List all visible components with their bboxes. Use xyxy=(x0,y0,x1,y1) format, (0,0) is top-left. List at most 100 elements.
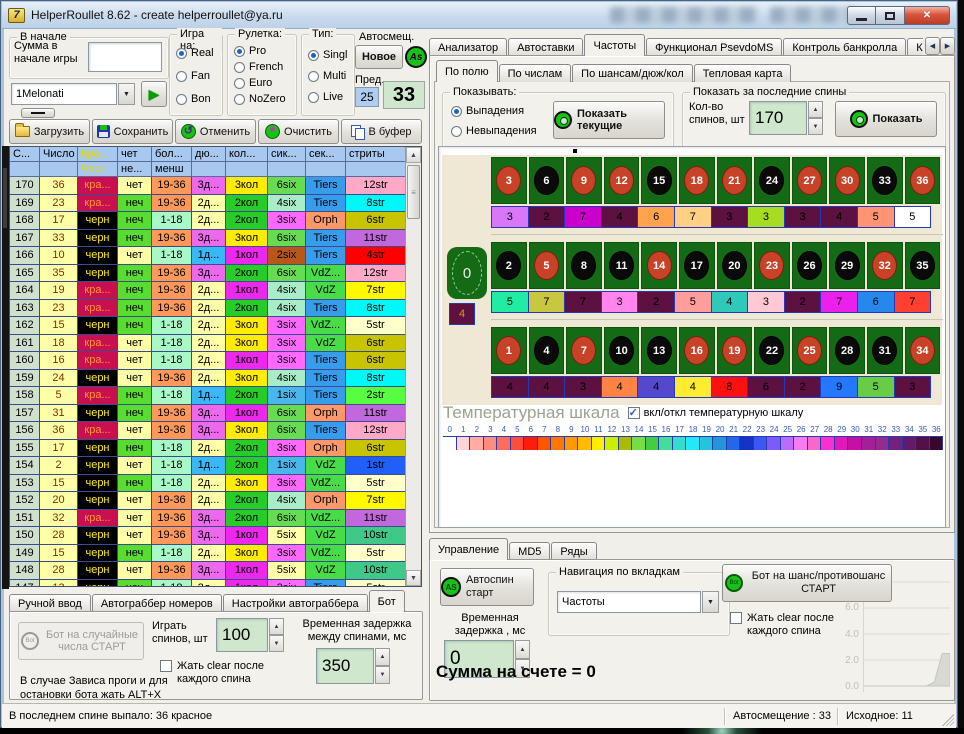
board-number-cell[interactable]: 3 xyxy=(491,157,527,204)
board-number-cell[interactable]: 35 xyxy=(905,242,941,289)
board-number-cell[interactable]: 29 xyxy=(829,242,865,289)
side-scroll-strip[interactable] xyxy=(2,146,9,589)
show-button[interactable]: Показать xyxy=(835,101,937,137)
spin-delay-stepper[interactable]: 350 ▲▼ xyxy=(316,648,390,684)
type-radio-2[interactable] xyxy=(308,92,319,103)
show-mode-radio-1[interactable] xyxy=(451,126,462,137)
table-row[interactable]: 15132кра...чет19-363д...2кол6sixVdZ...11… xyxy=(10,510,405,528)
board-number-cell[interactable]: 20 xyxy=(717,242,753,289)
board-number-cell[interactable]: 4 xyxy=(529,327,565,374)
tabs-scroll-right-icon[interactable]: ▶ xyxy=(940,37,955,55)
table-row[interactable]: 16419кра...неч19-362д...1кол4sixVdZ7str xyxy=(10,282,405,300)
control-tab-0[interactable]: Управление xyxy=(429,538,508,560)
show-mode-option-1[interactable]: Невыпадения xyxy=(451,125,537,137)
board-number-cell[interactable]: 15 xyxy=(641,157,677,204)
game-on-radio-0[interactable] xyxy=(176,48,187,59)
board-number-cell[interactable]: 21 xyxy=(717,157,753,204)
new-button[interactable]: Новое xyxy=(355,45,403,69)
table-row[interactable]: 16016кра...чет1-182д...1кол3sixTiers6str xyxy=(10,352,405,370)
tab-navigation-combobox[interactable]: Частоты ▼ xyxy=(557,591,719,613)
board-number-cell[interactable]: 23 xyxy=(754,242,790,289)
table-row[interactable]: 15731черннеч19-363д...1кол6sixOrph11str xyxy=(10,405,405,423)
clear-after-spin-checkbox[interactable] xyxy=(160,660,172,672)
spin-up-icon[interactable]: ▲ xyxy=(808,101,823,118)
roulette-radio-2[interactable] xyxy=(234,78,245,89)
bot-tab-1[interactable]: Автограббер номеров xyxy=(92,594,222,612)
table-row[interactable]: 1542чернчет1-181д...2кол1sixVdZ1str xyxy=(10,457,405,475)
spins-count-value[interactable]: 100 xyxy=(216,618,268,652)
type-radio-0[interactable] xyxy=(308,50,319,61)
table-row[interactable]: 17036кра...чет19-363д...3кол6sixTiers12s… xyxy=(10,177,405,195)
resize-grip[interactable] xyxy=(942,714,954,726)
roulette-radio-0[interactable] xyxy=(234,46,245,57)
spin-up-icon[interactable]: ▲ xyxy=(375,648,390,666)
table-row[interactable]: 16923кра...неч19-362д...2кол4sixTiers8st… xyxy=(10,195,405,213)
undo-button[interactable]: ↺ Отменить xyxy=(175,119,256,144)
main-tab-0[interactable]: Анализатор xyxy=(429,38,507,56)
board-number-cell[interactable]: 9 xyxy=(566,157,602,204)
game-on-option-0[interactable]: Real xyxy=(176,47,214,59)
board-number-cell[interactable]: 26 xyxy=(792,242,828,289)
table-row[interactable]: 16118кра...чет1-182д...3кол3sixVdZ6str xyxy=(10,335,405,353)
bot-tab-2[interactable]: Настройки автограббера xyxy=(223,594,368,612)
table-row[interactable]: 14915черннеч1-182д...3кол3sixVdZ...5str xyxy=(10,545,405,563)
random-bot-start-button[interactable]: Bot Бот на случайные числа СТАРТ xyxy=(18,622,144,660)
clear-button[interactable]: * Очистить xyxy=(258,119,339,144)
board-number-cell[interactable]: 33 xyxy=(867,157,903,204)
board-number-cell[interactable]: 24 xyxy=(754,157,790,204)
bot-tab-0[interactable]: Ручной ввод xyxy=(9,594,91,612)
board-number-cell[interactable]: 31 xyxy=(867,327,903,374)
table-row[interactable]: 14828чернчет19-363д...1кол5sixVdZ10str xyxy=(10,562,405,580)
board-number-cell[interactable]: 8 xyxy=(566,242,602,289)
game-on-option-2[interactable]: Bon xyxy=(176,93,214,105)
roulette-option-0[interactable]: Pro xyxy=(234,45,286,57)
board-number-cell[interactable]: 30 xyxy=(829,157,865,204)
spin-up-icon[interactable]: ▲ xyxy=(269,618,284,635)
show-mode-option-0[interactable]: Выпадения xyxy=(451,105,537,117)
tabs-scroll-left-icon[interactable]: ◀ xyxy=(925,37,940,55)
close-button[interactable]: ✕ xyxy=(905,6,950,25)
main-tab-3[interactable]: Функционал PsevdoMS xyxy=(646,38,782,56)
board-number-cell[interactable]: 11 xyxy=(604,242,640,289)
save-button[interactable]: Сохранить xyxy=(92,119,173,144)
spin-down-icon[interactable]: ▼ xyxy=(375,666,390,684)
scrollbar-thumb[interactable]: ≡ xyxy=(407,165,420,219)
board-number-cell[interactable]: 27 xyxy=(792,157,828,204)
scroll-up-icon[interactable]: ▲ xyxy=(406,147,421,163)
table-row[interactable]: 16733черннеч19-363д...3кол6sixTiers11str xyxy=(10,230,405,248)
clear-after-spin-checkbox[interactable] xyxy=(730,612,742,624)
table-row[interactable]: 15028чернчет19-363д...1кол5sixVdZ10str xyxy=(10,527,405,545)
board-number-cell[interactable]: 19 xyxy=(717,327,753,374)
table-grid[interactable]: С...ЧислоКра...четбол...дю...кол...сик..… xyxy=(10,147,405,586)
chevron-down-icon[interactable]: ▼ xyxy=(118,83,135,105)
temperature-toggle-checkbox[interactable] xyxy=(628,407,640,419)
load-button[interactable]: Загрузить xyxy=(9,119,90,144)
spin-down-icon[interactable]: ▼ xyxy=(808,118,823,135)
game-on-option-1[interactable]: Fan xyxy=(176,70,214,82)
temperature-toggle-row[interactable]: вкл/откл температурную шкалу xyxy=(628,407,804,419)
autospin-start-button[interactable]: AS Автоспин старт xyxy=(440,568,534,606)
roulette-option-3[interactable]: NoZero xyxy=(234,93,286,105)
board-number-cell[interactable]: 16 xyxy=(679,327,715,374)
board-number-cell[interactable]: 2 xyxy=(491,242,527,289)
roulette-radio-1[interactable] xyxy=(234,62,245,73)
autoshift-icon[interactable]: As xyxy=(405,46,427,68)
main-tab-1[interactable]: Автоставки xyxy=(508,38,583,56)
board-number-cell[interactable]: 5 xyxy=(529,242,565,289)
spin-up-icon[interactable]: ▲ xyxy=(515,640,530,659)
spin-delay-value[interactable]: 350 xyxy=(316,648,374,684)
game-on-radio-1[interactable] xyxy=(176,71,187,82)
roulette-radio-3[interactable] xyxy=(234,94,245,105)
show-mode-radio-0[interactable] xyxy=(451,106,462,117)
board-number-cell[interactable]: 10 xyxy=(604,327,640,374)
type-radio-1[interactable] xyxy=(308,71,319,82)
chance-bot-start-button[interactable]: Bot Бот на шанс/противошанс СТАРТ xyxy=(722,564,892,602)
copy-buffer-button[interactable]: В буфер xyxy=(341,119,422,144)
start-sum-input[interactable] xyxy=(88,42,162,72)
type-option-0[interactable]: Singl xyxy=(308,49,347,61)
table-row[interactable]: 15924чернчет19-362д...3кол4sixTiers8str xyxy=(10,370,405,388)
main-tab-5[interactable]: Колесо xyxy=(907,38,923,56)
board-number-cell[interactable]: 6 xyxy=(529,157,565,204)
board-number-cell[interactable]: 17 xyxy=(679,242,715,289)
table-row[interactable]: 15315черннеч1-182д...3кол3sixVdZ...5str xyxy=(10,475,405,493)
